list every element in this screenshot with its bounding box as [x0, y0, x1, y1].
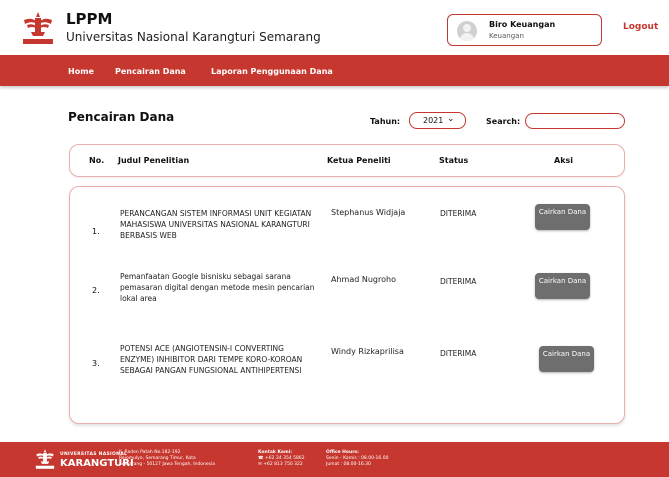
row-number: 3. [92, 359, 100, 368]
column-header-judul: Judul Penelitian [118, 156, 190, 165]
footer-contact: Kontak Kami: ☎ +62 24 354 5862 ✉ +62 813… [258, 450, 305, 468]
row-ketua: Windy Rizkaprilisa [331, 347, 404, 356]
footer-address: Jl. Raden Patah No.182-192 Rejomulyo, Se… [119, 450, 215, 468]
row-title: PERANCANGAN SISTEM INFORMASI UNIT KEGIAT… [120, 209, 312, 240]
row-status: DITERIMA [440, 209, 477, 218]
table-header: No. Judul Penelitian Ketua Peneliti Stat… [69, 144, 625, 177]
app-header: LPPM Universitas Nasional Karangturi Sem… [0, 0, 669, 55]
footer-hours-line: Jumat : 08.00-16.30 [326, 462, 371, 467]
nav-item-pencairan-dana[interactable]: Pencairan Dana [115, 67, 186, 76]
logout-link[interactable]: Logout [623, 22, 658, 32]
footer-office-hours: Office Hours: Senin - Kamis : 08.00-16.0… [326, 450, 388, 468]
row-number: 1. [92, 227, 100, 236]
row-title: POTENSI ACE (ANGIOTENSIN-I CONVERTING EN… [120, 344, 303, 375]
page-title: Pencairan Dana [68, 110, 175, 124]
cairkan-dana-button[interactable]: Cairkan Dana [539, 346, 594, 372]
search-input[interactable] [525, 113, 625, 129]
table-row: 2. Pemanfaatan Google bisnisku sebagai s… [70, 269, 626, 329]
tahun-select-value: 2021 [423, 116, 444, 125]
tahun-label: Tahun: [370, 117, 401, 126]
column-header-aksi: Aksi [554, 156, 574, 165]
row-title: Pemanfaatan Google bisnisku sebagai sara… [120, 272, 315, 303]
footer-university-line1: UNIVERSITAS NASIONAL [60, 452, 128, 457]
cairkan-dana-button[interactable]: Cairkan Dana [535, 204, 590, 230]
tahun-select[interactable]: 2021 ⌄ [409, 112, 466, 129]
user-role: Keuangan [489, 32, 524, 40]
column-header-no: No. [89, 156, 105, 165]
user-name: Biro Keuangan [489, 20, 556, 29]
table-body: 1. PERANCANGAN SISTEM INFORMASI UNIT KEG… [69, 186, 625, 424]
row-number: 2. [92, 286, 100, 295]
footer-logo [35, 449, 55, 469]
app-subtitle: Universitas Nasional Karangturi Semarang [66, 30, 321, 44]
main-nav: Home Pencairan Dana Laporan Penggunaan D… [0, 55, 669, 86]
chevron-down-icon: ⌄ [447, 114, 455, 124]
nav-item-laporan-penggunaan-dana[interactable]: Laporan Penggunaan Dana [211, 67, 333, 76]
nav-item-home[interactable]: Home [68, 67, 94, 76]
column-header-ketua: Ketua Peneliti [327, 156, 391, 165]
row-status: DITERIMA [440, 277, 477, 286]
table-row: 1. PERANCANGAN SISTEM INFORMASI UNIT KEG… [70, 203, 626, 263]
footer-address-line: Semarang - 50127 Jawa Tengah, Indonesia [119, 462, 215, 467]
footer-contact-mobile: ✉ +62 813 750 322 [258, 462, 303, 467]
column-header-status: Status [439, 156, 469, 165]
app-title: LPPM [66, 10, 113, 28]
table-row: 3. POTENSI ACE (ANGIOTENSIN-I CONVERTING… [70, 341, 626, 401]
university-logo [23, 12, 53, 44]
avatar [457, 21, 477, 41]
cairkan-dana-button[interactable]: Cairkan Dana [535, 273, 590, 299]
row-ketua: Ahmad Nugroho [331, 275, 396, 284]
search-label: Search: [486, 117, 521, 126]
row-ketua: Stephanus Widjaja [331, 208, 406, 217]
user-profile-box[interactable]: Biro Keuangan Keuangan [447, 14, 602, 46]
page-footer: UNIVERSITAS NASIONAL KARANGTURI Jl. Rade… [0, 442, 669, 477]
row-status: DITERIMA [440, 349, 477, 358]
